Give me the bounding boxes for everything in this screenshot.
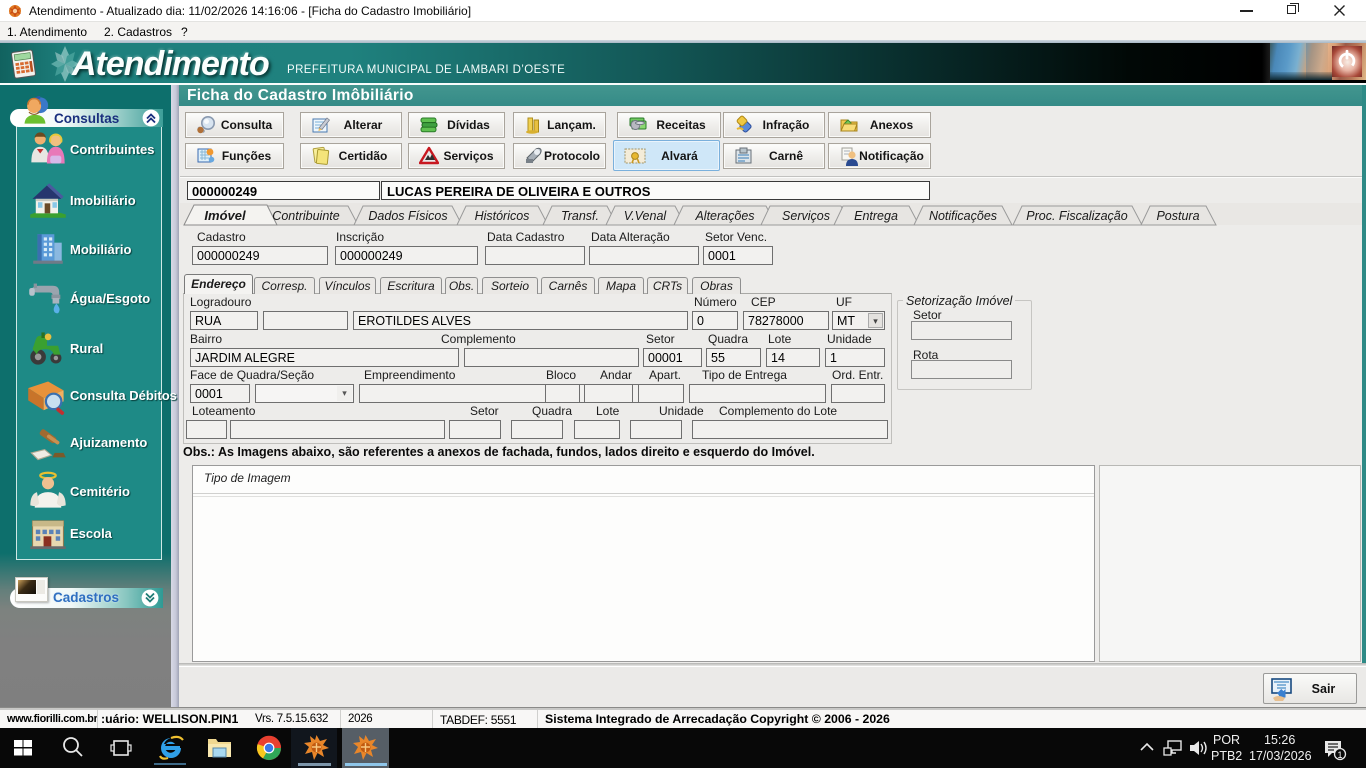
svg-text:Históricos: Históricos: [475, 209, 530, 223]
svg-text:Notificações: Notificações: [929, 209, 997, 223]
svg-text:Alterações: Alterações: [694, 209, 754, 223]
svg-text:Imóvel: Imóvel: [204, 208, 246, 223]
svg-text:Serviços: Serviços: [782, 209, 830, 223]
svg-text:1: 1: [1337, 750, 1342, 760]
svg-text:Postura: Postura: [1156, 209, 1199, 223]
svg-text:V.Venal: V.Venal: [624, 209, 668, 223]
svg-text:Dados Físicos: Dados Físicos: [368, 209, 447, 223]
svg-text:Contribuinte: Contribuinte: [272, 209, 339, 223]
svg-text:Entrega: Entrega: [854, 209, 898, 223]
svg-text:Transf.: Transf.: [561, 209, 599, 223]
svg-text:Proc. Fiscalização: Proc. Fiscalização: [1026, 209, 1127, 223]
